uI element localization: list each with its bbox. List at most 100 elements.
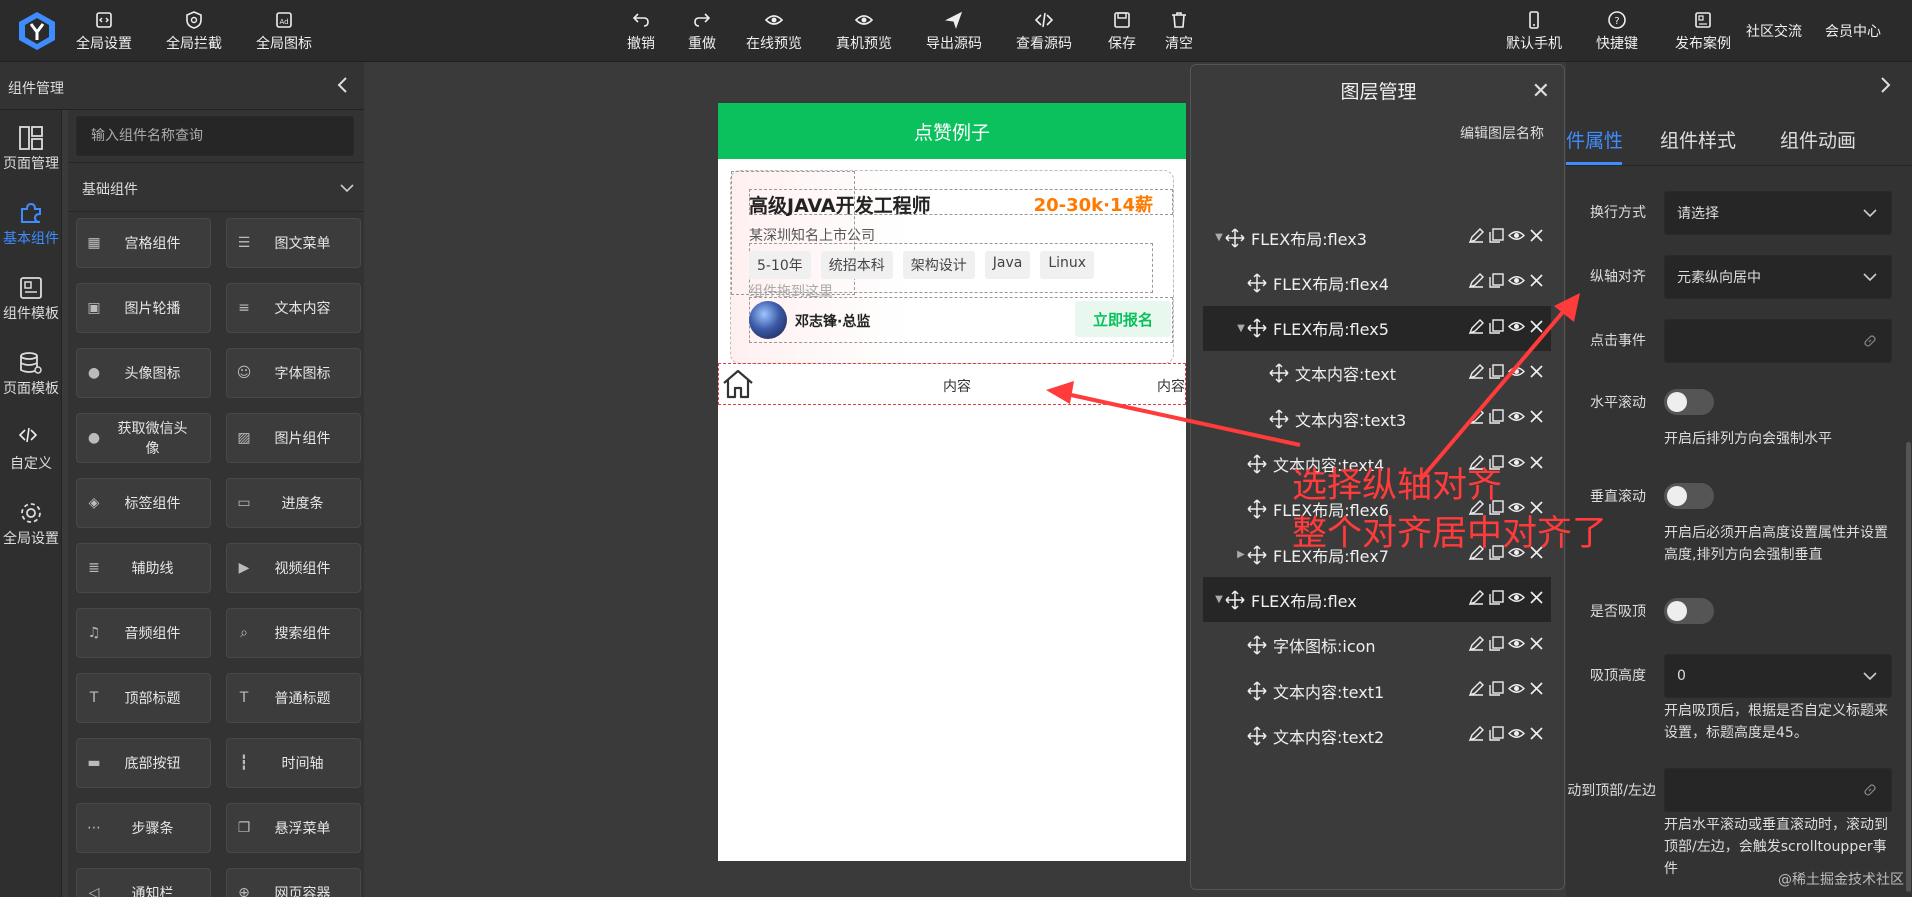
move-icon[interactable] — [1247, 499, 1267, 519]
chevron-down-icon[interactable]: ▼ — [1213, 594, 1225, 605]
edit-icon[interactable] — [1468, 680, 1485, 697]
component-item[interactable]: ▶ 视频组件 — [226, 543, 361, 593]
layer-row[interactable]: FLEX布局:flex4 — [1203, 260, 1551, 305]
page-header[interactable]: 点赞例子 — [718, 103, 1186, 159]
chevron-right-icon[interactable]: ▶ — [1235, 549, 1247, 560]
home-icon[interactable] — [721, 368, 755, 400]
avatar[interactable] — [749, 301, 787, 339]
component-item[interactable]: ▣ 图片轮播 — [76, 283, 211, 333]
delete-icon[interactable] — [1528, 272, 1545, 289]
layer-row[interactable]: ▼ FLEX布局:flex3 — [1203, 215, 1551, 260]
edit-icon[interactable] — [1468, 363, 1485, 380]
eye-icon[interactable] — [1508, 454, 1525, 471]
eye-icon[interactable] — [1508, 272, 1525, 289]
apply-button[interactable]: 立即报名 — [1075, 301, 1171, 337]
eye-icon[interactable] — [1508, 408, 1525, 425]
category-header[interactable]: 基础组件 — [68, 162, 364, 212]
component-item[interactable]: ▬ 底部按钮 — [76, 738, 211, 788]
eye-icon[interactable] — [1508, 318, 1525, 335]
eye-icon[interactable] — [1508, 635, 1525, 652]
layer-row[interactable]: ▼ FLEX布局:flex5 — [1203, 305, 1551, 351]
sticky-toggle[interactable] — [1664, 598, 1714, 624]
copy-icon[interactable] — [1488, 318, 1505, 335]
component-item[interactable]: ≡ 文本内容 — [226, 283, 361, 333]
layer-row[interactable]: 文本内容:text2 — [1203, 713, 1551, 758]
component-item[interactable]: T 顶部标题 — [76, 673, 211, 723]
toolbar-button-left-2[interactable]: Ad 全局图标 — [256, 10, 312, 53]
eye-icon[interactable] — [1508, 680, 1525, 697]
toolbar-button-right-2[interactable]: 发布案例 — [1675, 10, 1731, 53]
vscroll-toggle[interactable] — [1664, 483, 1714, 509]
toolbar-button-right-1[interactable]: ? 快捷键 — [1596, 10, 1638, 53]
move-icon[interactable] — [1247, 545, 1267, 565]
component-item[interactable]: ▭ 进度条 — [226, 478, 361, 528]
component-item[interactable]: ♫ 音频组件 — [76, 608, 211, 658]
link-icon[interactable] — [1863, 783, 1877, 797]
drop-zone-hint[interactable]: 组件拖到这里 — [749, 281, 833, 301]
move-icon[interactable] — [1225, 590, 1245, 610]
move-icon[interactable] — [1269, 409, 1289, 429]
collapse-panel-icon[interactable] — [334, 76, 352, 94]
copy-icon[interactable] — [1488, 635, 1505, 652]
tab-component-animation[interactable]: 组件动画 — [1780, 126, 1856, 153]
move-icon[interactable] — [1247, 273, 1267, 293]
component-item[interactable]: ▨ 图片组件 — [226, 413, 361, 463]
toolbar-button-left-1[interactable]: 全局拦截 — [166, 10, 222, 53]
layer-row[interactable]: 文本内容:text3 — [1203, 396, 1551, 441]
copy-icon[interactable] — [1488, 725, 1505, 742]
delete-icon[interactable] — [1528, 363, 1545, 380]
move-icon[interactable] — [1247, 454, 1267, 474]
delete-icon[interactable] — [1528, 408, 1545, 425]
job-tag[interactable]: 统招本科 — [820, 251, 893, 279]
delete-icon[interactable] — [1528, 725, 1545, 742]
link-icon[interactable] — [1863, 334, 1877, 348]
component-item[interactable]: ● 获取微信头像 — [76, 413, 211, 463]
company-name[interactable]: 某深圳知名上市公司 — [749, 225, 875, 245]
copy-icon[interactable] — [1488, 589, 1505, 606]
rail-item-2[interactable]: 组件模板 — [0, 275, 62, 323]
rail-item-4[interactable]: 自定义 — [0, 425, 62, 473]
job-tag[interactable]: Linux — [1040, 251, 1095, 279]
toolbar-button-center-4[interactable]: 导出源码 — [926, 10, 982, 53]
job-title[interactable]: 高级JAVA开发工程师 — [749, 191, 931, 218]
delete-icon[interactable] — [1528, 680, 1545, 697]
layer-row[interactable]: ▼ FLEX布局:flex — [1203, 577, 1551, 623]
delete-icon[interactable] — [1528, 589, 1545, 606]
toolbar-button-center-2[interactable]: 在线预览 — [746, 10, 802, 53]
toolbar-button-right-4[interactable]: 会员中心 — [1825, 21, 1881, 41]
click-event-input[interactable] — [1664, 319, 1892, 363]
sticky-height-select[interactable]: 0 — [1664, 654, 1892, 698]
component-item[interactable]: T 普通标题 — [226, 673, 361, 723]
eye-icon[interactable] — [1508, 363, 1525, 380]
bottom-text-2[interactable]: 内容 — [1157, 376, 1185, 396]
component-item[interactable]: ◈ 标签组件 — [76, 478, 211, 528]
close-icon[interactable]: ✕ — [1532, 79, 1550, 104]
rail-item-0[interactable]: 页面管理 — [0, 125, 62, 173]
component-item[interactable]: ⌕ 搜索组件 — [226, 608, 361, 658]
hscroll-toggle[interactable] — [1664, 389, 1714, 415]
layer-row[interactable]: 文本内容:text — [1203, 351, 1551, 396]
job-tag[interactable]: 架构设计 — [902, 251, 975, 279]
wrap-select[interactable]: 请选择 — [1664, 191, 1892, 235]
edit-icon[interactable] — [1468, 589, 1485, 606]
toolbar-button-center-5[interactable]: 查看源码 — [1016, 10, 1072, 53]
edit-icon[interactable] — [1468, 408, 1485, 425]
expand-panel-icon[interactable] — [1876, 76, 1894, 94]
toolbar-button-left-0[interactable]: 全局设置 — [76, 10, 132, 53]
rail-item-3[interactable]: 页面模板 — [0, 350, 62, 398]
move-icon[interactable] — [1247, 726, 1267, 746]
move-icon[interactable] — [1269, 363, 1289, 383]
edit-layer-name-button[interactable]: 编辑图层名称 — [1460, 123, 1544, 143]
toolbar-button-center-6[interactable]: 保存 — [1108, 10, 1136, 53]
layer-row[interactable]: 文本内容:text1 — [1203, 668, 1551, 713]
bottom-text-1[interactable]: 内容 — [943, 376, 971, 396]
move-icon[interactable] — [1225, 227, 1245, 248]
chevron-down-icon[interactable]: ▼ — [1213, 232, 1225, 243]
component-item[interactable]: ≣ 辅助线 — [76, 543, 211, 593]
edit-icon[interactable] — [1468, 725, 1485, 742]
bottom-flex-row[interactable]: 内容 内容 — [718, 363, 1186, 405]
component-item[interactable]: ☰ 图文菜单 — [226, 218, 361, 268]
job-card[interactable]: 高级JAVA开发工程师 20-30k·14薪 某深圳知名上市公司 5-10年 统招… — [730, 170, 1174, 364]
toolbar-button-right-3[interactable]: 社区交流 — [1746, 21, 1802, 41]
toolbar-button-center-3[interactable]: 真机预览 — [836, 10, 892, 53]
